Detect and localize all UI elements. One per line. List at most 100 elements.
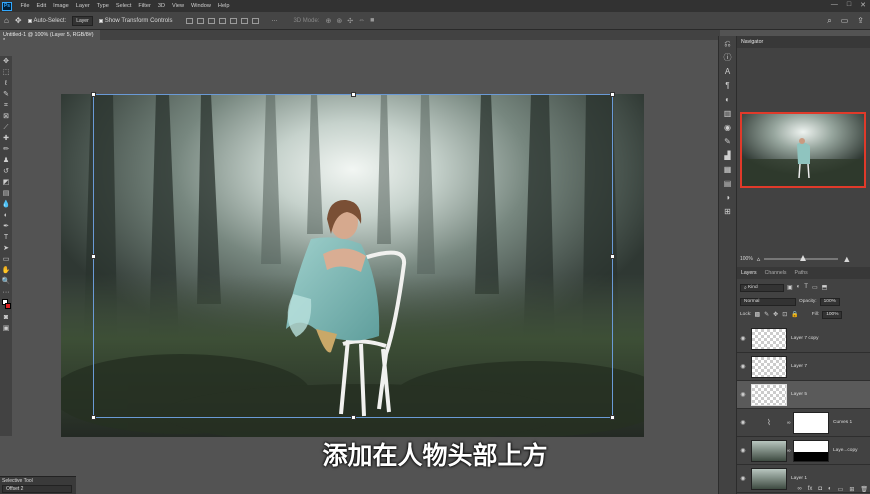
layer-name[interactable]: Layer 7 [791, 364, 807, 369]
align-middle-icon[interactable] [230, 17, 238, 24]
visibility-eye-icon[interactable]: ◉ [737, 447, 749, 454]
transform-handle-top-left[interactable] [91, 92, 96, 97]
align-bottom-icon[interactable] [241, 17, 249, 24]
layer-kind-filter[interactable]: ⌕ Kind [740, 283, 784, 292]
color-icon[interactable]: ◑ [725, 194, 730, 202]
menu-view[interactable]: View [168, 3, 187, 9]
layer-row[interactable]: ◉ Layer 7 copy [737, 325, 870, 353]
transform-handle-left[interactable] [91, 254, 96, 259]
roll-3d-icon[interactable]: ⊛ [336, 17, 342, 25]
visibility-eye-icon[interactable]: ◉ [737, 391, 749, 398]
zoom-slider-thumb[interactable] [800, 255, 807, 261]
close-icon[interactable]: ✕ [860, 1, 866, 9]
navigator-zoom-value[interactable]: 100% [740, 256, 753, 262]
link-layers-icon[interactable]: ∞ [797, 486, 801, 493]
navigator-preview[interactable] [740, 112, 866, 188]
layer-row[interactable]: ◉ ∞ Laye...copy [737, 437, 870, 465]
healing-tool-icon[interactable]: ✚ [2, 133, 11, 144]
styles-icon[interactable]: ◉ [724, 124, 731, 132]
selective-tool-field[interactable]: Offset 2 [2, 485, 72, 493]
lock-pixels-icon[interactable]: ✎ [764, 311, 769, 318]
more-tools-icon[interactable]: ··· [2, 287, 11, 298]
visibility-eye-icon[interactable]: ◉ [737, 475, 749, 482]
maximize-icon[interactable]: □ [847, 1, 851, 9]
slide-3d-icon[interactable]: ⇔ [358, 17, 365, 25]
camera-3d-icon[interactable]: ■ [370, 17, 374, 25]
layer-name[interactable]: Layer 1 [791, 476, 807, 481]
menu-3d[interactable]: 3D [154, 3, 168, 9]
paragraph-icon[interactable]: ¶ [725, 82, 729, 90]
auto-select-dropdown[interactable]: Layer [72, 15, 93, 26]
visibility-eye-icon[interactable]: ◉ [737, 363, 749, 370]
zoom-slider[interactable] [764, 255, 839, 261]
align-right-icon[interactable] [208, 17, 216, 24]
distribute-icon[interactable] [252, 17, 260, 24]
tab-channels[interactable]: Channels [765, 270, 787, 276]
zoom-tool-icon[interactable]: 🔍 [2, 276, 11, 287]
color-swatches-icon[interactable] [1, 298, 11, 312]
layer-name[interactable]: Curves 1 [833, 420, 852, 425]
transform-bounding-box[interactable] [91, 92, 615, 420]
filter-shape-icon[interactable]: ▭ [812, 284, 818, 291]
screen-mode-icon[interactable]: ▣ [2, 323, 11, 334]
menu-help[interactable]: Help [214, 3, 233, 9]
visibility-eye-icon[interactable]: ◉ [737, 419, 749, 426]
photoshop-logo-icon[interactable]: Ps [2, 1, 12, 11]
info-icon[interactable]: ⓘ [724, 54, 732, 62]
gradient-tool-icon[interactable]: ▤ [2, 188, 11, 199]
auto-select-checkbox[interactable]: Auto-Select: [27, 18, 66, 24]
search-icon[interactable]: ⌕ [827, 16, 831, 26]
eyedropper-tool-icon[interactable]: ⟋ [2, 122, 11, 133]
histogram-icon[interactable]: ▟ [724, 152, 730, 160]
delete-layer-icon[interactable]: 🗑 [860, 486, 868, 493]
layer-name[interactable]: Laye...copy [833, 448, 858, 453]
brushes-icon[interactable]: ✎ [724, 138, 731, 146]
swatches-icon[interactable]: ▦ [724, 166, 732, 174]
visibility-eye-icon[interactable]: ◉ [737, 335, 749, 342]
blend-mode-select[interactable]: Normal [740, 297, 796, 306]
filter-adjustment-icon[interactable]: ◐ [797, 284, 801, 291]
actions-icon[interactable]: ▤ [724, 180, 732, 188]
quick-select-tool-icon[interactable]: ✎ [2, 89, 11, 100]
tab-paths[interactable]: Paths [795, 270, 808, 276]
transform-handle-right[interactable] [610, 254, 615, 259]
align-left-icon[interactable] [186, 17, 194, 24]
move-tool-icon[interactable]: ✥ [15, 16, 22, 25]
marquee-tool-icon[interactable]: ⬚ [2, 67, 11, 78]
menu-type[interactable]: Type [93, 3, 112, 9]
brush-tool-icon[interactable]: ✏ [2, 144, 11, 155]
menu-edit[interactable]: Edit [33, 3, 50, 9]
lock-artboard-icon[interactable]: ⊡ [782, 311, 787, 318]
frame-tool-icon[interactable]: ⊠ [2, 111, 11, 122]
adjustments-icon[interactable]: ◐ [725, 96, 730, 104]
dodge-tool-icon[interactable]: ◐ [2, 210, 11, 221]
layer-style-icon[interactable]: fx [808, 486, 813, 493]
transform-handle-bottom-left[interactable] [91, 415, 96, 420]
stamp-tool-icon[interactable]: ♟ [2, 155, 11, 166]
properties-icon[interactable]: ⊞ [724, 208, 731, 216]
layer-name[interactable]: Layer 5 [791, 392, 807, 397]
layer-row-selected[interactable]: ◉ Layer 5 [737, 381, 870, 409]
fill-input[interactable]: 100% [822, 310, 843, 319]
share-icon[interactable]: ⇪ [857, 16, 864, 26]
eraser-tool-icon[interactable]: ◩ [2, 177, 11, 188]
navigator-tab[interactable]: Navigator [741, 39, 763, 45]
show-transform-checkbox[interactable]: Show Transform Controls [98, 18, 172, 24]
libraries-icon[interactable]: ▥ [724, 110, 732, 118]
transform-handle-top-right[interactable] [610, 92, 615, 97]
transform-handle-bottom[interactable] [351, 415, 356, 420]
lock-transparent-icon[interactable]: ▩ [754, 311, 760, 318]
workspace-icon[interactable]: ▭ [841, 16, 849, 26]
new-layer-icon[interactable]: ⊞ [849, 486, 854, 493]
menu-window[interactable]: Window [188, 3, 215, 9]
lock-position-icon[interactable]: ✥ [773, 311, 778, 318]
add-mask-icon[interactable]: ◘ [818, 486, 822, 493]
transform-handle-top[interactable] [351, 92, 356, 97]
blur-tool-icon[interactable]: 💧 [2, 199, 11, 210]
opacity-input[interactable]: 100% [819, 297, 840, 306]
zoom-out-icon[interactable]: ▵ [757, 255, 761, 263]
filter-type-icon[interactable]: T [804, 284, 808, 291]
zoom-in-icon[interactable]: ▲ [842, 254, 851, 264]
align-center-icon[interactable] [197, 17, 205, 24]
history-icon[interactable]: ⎌ [724, 40, 730, 48]
